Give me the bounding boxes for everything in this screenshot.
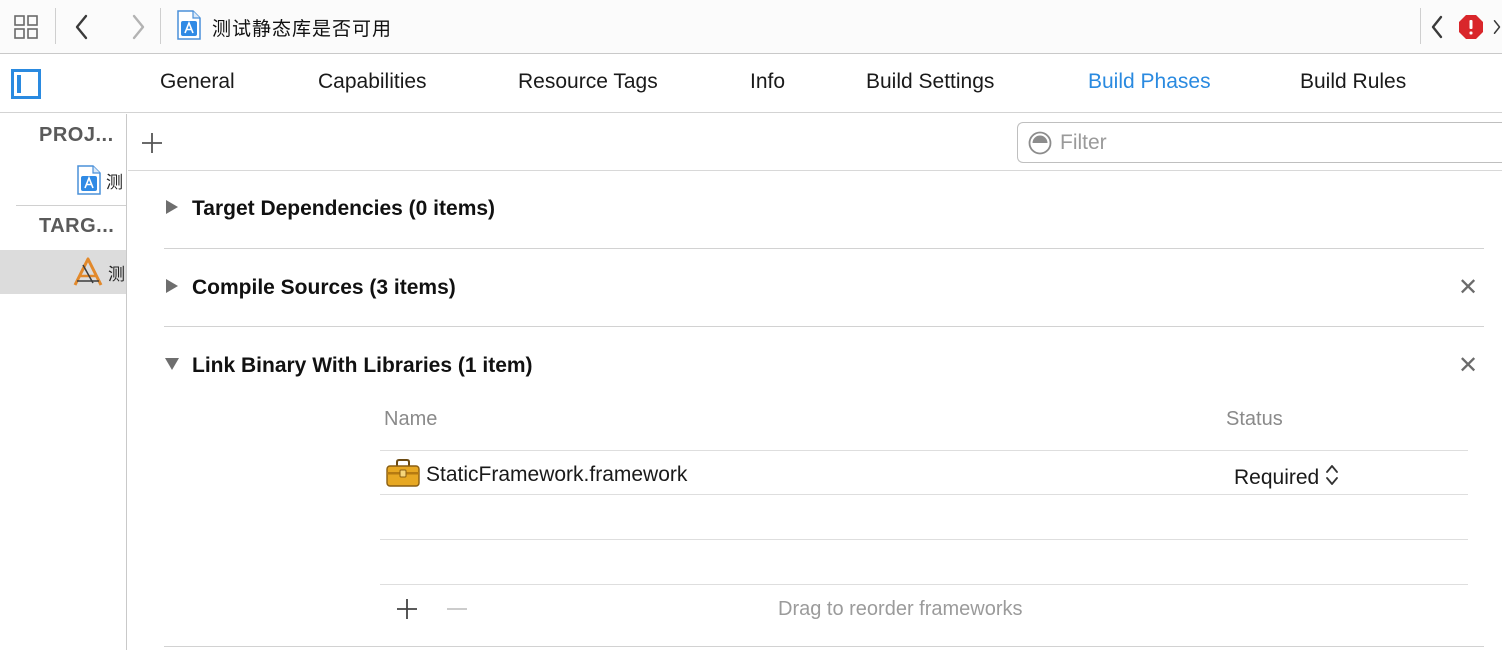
chevron-right-icon[interactable] <box>122 8 154 46</box>
drag-reorder-hint: Drag to reorder frameworks <box>778 598 1023 620</box>
sidebar-item-target[interactable]: 测 <box>0 250 126 294</box>
table-row-divider <box>380 539 1468 540</box>
breadcrumb-project-name[interactable]: 测试静态库是否可用 <box>212 14 392 41</box>
disclosure-triangle-down-icon[interactable] <box>164 356 180 377</box>
toolbar-divider <box>160 8 161 44</box>
build-phases-editor: Target Dependencies (0 items) Compile So… <box>128 114 1502 650</box>
app-target-icon <box>72 256 104 288</box>
targets-section-header: TARG... <box>39 215 115 237</box>
breadcrumb[interactable]: 测试静态库是否可用 <box>176 9 392 45</box>
disclosure-triangle-right-icon[interactable] <box>164 278 180 299</box>
table-row-divider <box>380 494 1468 495</box>
phase-header[interactable]: Compile Sources (3 items) <box>164 273 456 303</box>
sidebar-item-project[interactable]: 测 <box>0 158 126 202</box>
column-header-name[interactable]: Name <box>384 408 437 431</box>
navigation-bar: 测试静态库是否可用 <box>0 0 1502 54</box>
tab-capabilities[interactable]: Capabilities <box>318 70 427 94</box>
error-badge-icon[interactable] <box>1456 8 1486 46</box>
issue-next-chevron-icon[interactable] <box>1492 8 1502 46</box>
filter-input[interactable] <box>1060 130 1500 155</box>
chevron-left-icon[interactable] <box>66 8 98 46</box>
build-phases-toolbar <box>128 114 1502 171</box>
column-header-status[interactable]: Status <box>1226 408 1283 431</box>
phase-divider <box>164 248 1484 249</box>
sidebar-item-label: 测 <box>106 172 123 193</box>
project-target-sidebar: PROJ... 测 TARG... 测 <box>0 114 127 650</box>
filter-field[interactable] <box>1017 122 1502 163</box>
phase-header[interactable]: Target Dependencies (0 items) <box>164 194 495 224</box>
issue-previous-chevron-icon[interactable] <box>1424 8 1450 46</box>
close-icon[interactable]: ✕ <box>1458 276 1478 300</box>
editor-tab-bar: General Capabilities Resource Tags Info … <box>0 55 1502 113</box>
sidebar-item-label: 测 <box>108 264 125 285</box>
grid-icon[interactable] <box>8 8 44 46</box>
toolbar-divider <box>55 8 56 44</box>
phase-title: Target Dependencies (0 items) <box>192 197 496 220</box>
framework-toolbox-icon <box>386 458 420 493</box>
xcode-project-file-icon <box>76 165 102 195</box>
tab-build-rules[interactable]: Build Rules <box>1300 70 1406 94</box>
tab-info[interactable]: Info <box>750 70 785 94</box>
phase-title: Compile Sources (3 items) <box>192 276 456 299</box>
sidebar-divider <box>16 205 126 206</box>
phase-title: Link Binary With Libraries (1 item) <box>192 354 533 377</box>
tab-build-settings[interactable]: Build Settings <box>866 70 994 94</box>
project-section-header: PROJ... <box>39 124 114 146</box>
close-icon[interactable]: ✕ <box>1458 354 1478 378</box>
minus-icon[interactable] <box>446 598 468 625</box>
filter-icon[interactable] <box>1028 131 1052 155</box>
status-value: Required <box>1234 466 1320 489</box>
library-name: StaticFramework.framework <box>426 463 688 486</box>
sidebar-toggle-icon[interactable] <box>11 69 41 104</box>
phase-header[interactable]: Link Binary With Libraries (1 item) <box>164 351 533 381</box>
disclosure-triangle-right-icon[interactable] <box>164 199 180 220</box>
up-down-chevron-icon <box>1325 462 1339 494</box>
plus-icon[interactable] <box>396 598 418 625</box>
toolbar-divider <box>1420 8 1421 44</box>
tab-build-phases[interactable]: Build Phases <box>1088 70 1211 94</box>
phase-divider <box>164 646 1484 647</box>
tab-resource-tags[interactable]: Resource Tags <box>518 70 658 94</box>
tab-general[interactable]: General <box>160 70 235 94</box>
status-popup[interactable]: Required <box>1234 462 1339 494</box>
table-footer-divider <box>380 584 1468 585</box>
xcode-project-file-icon <box>176 9 202 45</box>
plus-icon[interactable] <box>140 131 164 160</box>
table-header-divider <box>380 450 1468 451</box>
phase-divider <box>164 326 1484 327</box>
